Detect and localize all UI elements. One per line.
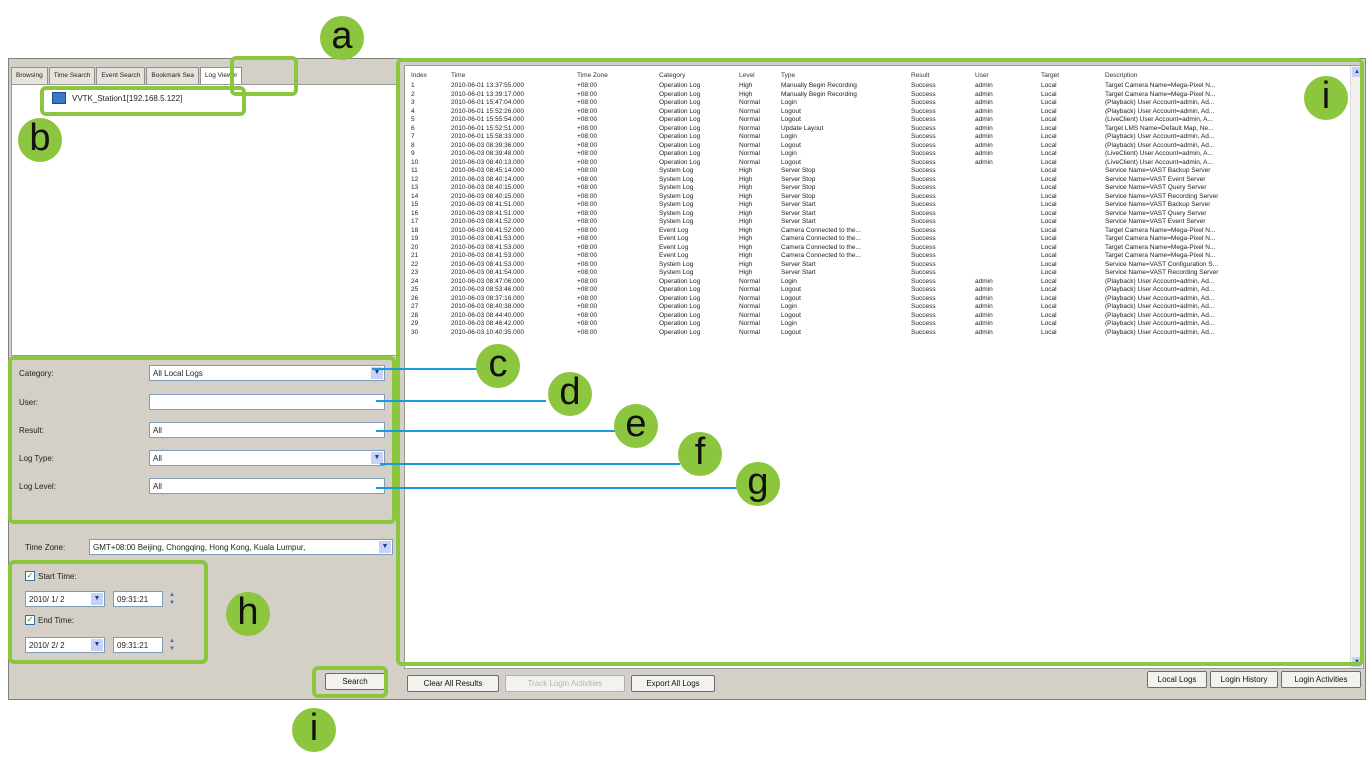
callout-box-filters — [8, 356, 396, 524]
clear-all-results-button[interactable]: Clear All Results — [407, 675, 499, 692]
export-all-logs-button[interactable]: Export All Logs — [631, 675, 715, 692]
time-zone-label: Time Zone: — [25, 543, 66, 552]
callout-e: e — [614, 404, 658, 448]
time-zone-select[interactable]: GMT+08:00 Beijing, Chongqing, Hong Kong,… — [89, 539, 393, 555]
callout-line-c — [372, 368, 482, 370]
tab-bar: Browsing Time Search Event Search Bookma… — [11, 67, 243, 85]
login-history-button[interactable]: Login History — [1210, 671, 1278, 688]
callout-line-f — [380, 463, 680, 465]
callout-c: c — [476, 344, 520, 388]
callout-d: d — [548, 372, 592, 416]
callout-box-b — [40, 86, 246, 116]
tab-event-search[interactable]: Event Search — [96, 67, 146, 85]
track-login-activities-button: Track Login Activities — [505, 675, 625, 692]
time-zone-row: Time Zone: GMT+08:00 Beijing, Chongqing,… — [11, 539, 397, 557]
tab-browsing[interactable]: Browsing — [11, 67, 48, 85]
callout-line-e — [376, 430, 618, 432]
callout-line-g — [376, 487, 738, 489]
login-activities-button[interactable]: Login Activities — [1281, 671, 1361, 688]
callout-f: f — [678, 432, 722, 476]
callout-b: b — [18, 118, 62, 162]
station-tree: VVTK_Station1[192.168.5.122] — [11, 84, 399, 356]
callout-i-results: i — [1304, 76, 1348, 120]
callout-box-results — [396, 58, 1364, 666]
callout-box-h — [8, 560, 208, 664]
callout-h: h — [226, 592, 270, 636]
callout-g: g — [736, 462, 780, 506]
chevron-down-icon[interactable]: ▼ — [379, 541, 391, 553]
time-zone-value: GMT+08:00 Beijing, Chongqing, Hong Kong,… — [93, 543, 306, 552]
tab-bookmark-search[interactable]: Bookmark Sea — [146, 67, 200, 85]
callout-a: a — [320, 16, 364, 60]
local-logs-button[interactable]: Local Logs — [1147, 671, 1207, 688]
callout-line-d — [376, 400, 546, 402]
callout-box-search — [312, 666, 388, 698]
callout-i-search: i — [292, 708, 336, 752]
tab-time-search[interactable]: Time Search — [48, 67, 96, 85]
